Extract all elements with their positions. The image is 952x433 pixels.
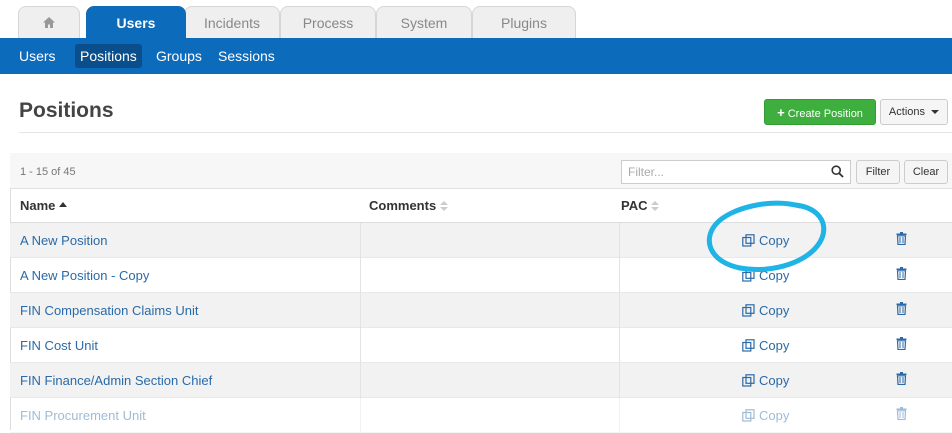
tab-system[interactable]: System — [376, 6, 472, 38]
position-name-link[interactable]: A New Position — [20, 233, 107, 248]
header-divider — [19, 132, 952, 133]
sub-navigation: Users Positions Groups Sessions — [0, 38, 952, 74]
filter-button[interactable]: Filter — [856, 160, 900, 184]
page-title: Positions — [19, 99, 114, 122]
tab-plugins[interactable]: Plugins — [472, 6, 576, 38]
column-header-pac-label: PAC — [621, 198, 648, 213]
result-count: 1 - 15 of 45 — [20, 166, 76, 178]
copy-icon — [742, 374, 755, 387]
table-row: FIN Compensation Claims Unit Copy — [10, 293, 952, 328]
column-separator — [360, 258, 620, 293]
column-separator — [360, 328, 620, 363]
copy-label: Copy — [759, 303, 790, 318]
trash-icon[interactable] — [896, 267, 907, 285]
copy-label: Copy — [759, 373, 790, 388]
copy-icon — [742, 409, 755, 422]
table-row: A New Position - Copy Copy — [10, 258, 952, 293]
tab-process[interactable]: Process — [280, 6, 376, 38]
home-icon — [42, 8, 56, 40]
copy-link[interactable]: Copy — [742, 303, 789, 318]
position-name-link[interactable]: FIN Cost Unit — [20, 338, 98, 353]
sort-icon — [440, 200, 449, 211]
table-row: FIN Finance/Admin Section Chief Copy — [10, 363, 952, 398]
copy-icon — [742, 269, 755, 282]
copy-link[interactable]: Copy — [742, 408, 789, 423]
subnav-positions[interactable]: Positions — [75, 44, 142, 68]
top-tab-strip: Users Incidents Process System Plugins — [0, 0, 952, 39]
table-row: FIN Procurement Unit Copy — [10, 398, 952, 433]
subnav-groups[interactable]: Groups — [151, 44, 207, 68]
subnav-sessions[interactable]: Sessions — [213, 44, 280, 68]
copy-icon — [742, 304, 755, 317]
copy-label: Copy — [759, 408, 790, 423]
position-name-link[interactable]: A New Position - Copy — [20, 268, 149, 283]
trash-icon[interactable] — [896, 232, 907, 250]
position-name-link[interactable]: FIN Finance/Admin Section Chief — [20, 373, 212, 388]
sort-asc-icon — [59, 202, 68, 208]
table-row: FIN Cost Unit Copy — [10, 328, 952, 363]
tab-users[interactable]: Users — [86, 6, 186, 39]
copy-link[interactable]: Copy — [742, 373, 789, 388]
copy-label: Copy — [759, 268, 790, 283]
column-separator — [360, 223, 620, 258]
column-header-name-label: Name — [20, 198, 56, 213]
search-icon[interactable] — [831, 165, 844, 183]
copy-link[interactable]: Copy — [742, 338, 789, 353]
copy-link[interactable]: Copy — [742, 268, 789, 283]
tab-home[interactable] — [18, 6, 80, 38]
position-name-link[interactable]: FIN Procurement Unit — [20, 408, 146, 423]
column-header-comments[interactable]: Comments — [369, 198, 449, 213]
subnav-users[interactable]: Users — [14, 44, 61, 68]
position-name-link[interactable]: FIN Compensation Claims Unit — [20, 303, 198, 318]
trash-icon[interactable] — [896, 407, 907, 425]
column-header-comments-label: Comments — [369, 198, 437, 213]
trash-icon[interactable] — [896, 337, 907, 355]
copy-label: Copy — [759, 233, 790, 248]
caret-down-icon — [931, 110, 940, 115]
copy-icon — [742, 234, 755, 247]
table-row: A New Position Copy — [10, 223, 952, 258]
clear-button[interactable]: Clear — [904, 160, 948, 184]
column-separator — [360, 293, 620, 328]
actions-label: Actions — [888, 106, 925, 118]
copy-label: Copy — [759, 338, 790, 353]
trash-icon[interactable] — [896, 302, 907, 320]
create-position-label: Create Position — [787, 108, 863, 120]
tab-incidents[interactable]: Incidents — [184, 6, 280, 38]
column-header-name[interactable]: Name — [20, 198, 68, 213]
actions-dropdown-button[interactable]: Actions — [880, 99, 948, 125]
column-separator — [360, 363, 620, 398]
trash-icon[interactable] — [896, 372, 907, 390]
plus-icon: + — [777, 105, 785, 120]
copy-icon — [742, 339, 755, 352]
copy-link[interactable]: Copy — [742, 233, 789, 248]
column-separator — [360, 398, 620, 433]
sort-icon — [651, 200, 660, 211]
filter-input[interactable] — [621, 160, 851, 184]
column-header-pac[interactable]: PAC — [621, 198, 660, 213]
create-position-button[interactable]: + Create Position — [764, 99, 876, 125]
